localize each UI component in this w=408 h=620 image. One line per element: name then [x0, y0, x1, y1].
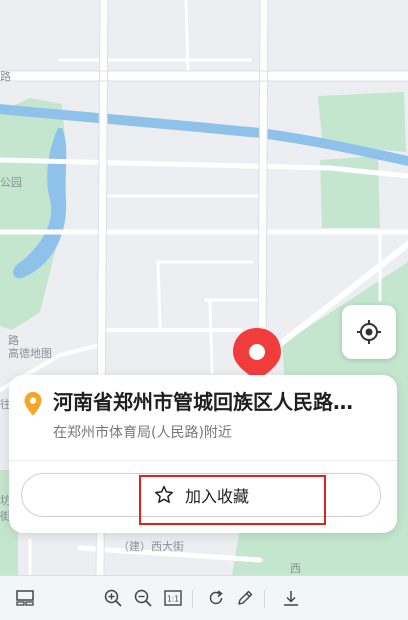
street-label-west: 西	[290, 562, 301, 575]
thumbnail-button[interactable]	[14, 587, 36, 609]
street-label: （建）西大街	[118, 539, 184, 553]
download-icon	[284, 591, 298, 606]
zoom-in-button[interactable]	[102, 587, 124, 609]
poi-nearby-text: 在郑州市体育局(人民路)附近	[53, 425, 232, 441]
toolbar-separator	[192, 590, 193, 608]
actual-size-button[interactable]: 1:1	[162, 587, 184, 609]
zoom-out-button[interactable]	[132, 587, 154, 609]
thumbnail-icon	[16, 590, 34, 606]
edit-icon	[238, 590, 253, 605]
locate-icon	[357, 320, 381, 344]
location-marker[interactable]	[231, 326, 283, 382]
rotate-button[interactable]	[205, 587, 227, 609]
marker-center	[249, 344, 265, 360]
bottom-toolbar: 1:1	[0, 575, 408, 620]
road-label-left: 路	[8, 334, 19, 347]
toolbar-separator	[264, 590, 265, 608]
screen: 路 公园 路 高德地图 往 坊 街 （建）西大街 西 河南省郑州市管城回族区人民…	[0, 0, 408, 620]
poi-address: 河南省郑州市管城回族区人民路…	[53, 390, 353, 414]
zoom-in-icon	[104, 589, 122, 607]
actual-size-label: 1:1	[167, 595, 179, 604]
locate-button[interactable]	[342, 305, 396, 359]
location-pin-icon	[24, 392, 42, 416]
gaode-map-label: 高德地图	[8, 346, 52, 360]
download-button[interactable]	[280, 587, 302, 609]
card-divider	[9, 460, 397, 461]
park-label: 公园	[0, 176, 22, 189]
road-label-top: 路	[0, 70, 11, 83]
edit-button[interactable]	[234, 587, 256, 609]
zoom-out-icon	[134, 589, 152, 607]
rotate-icon	[209, 590, 223, 605]
highlight-box	[139, 475, 326, 525]
actual-size-icon: 1:1	[164, 590, 182, 606]
